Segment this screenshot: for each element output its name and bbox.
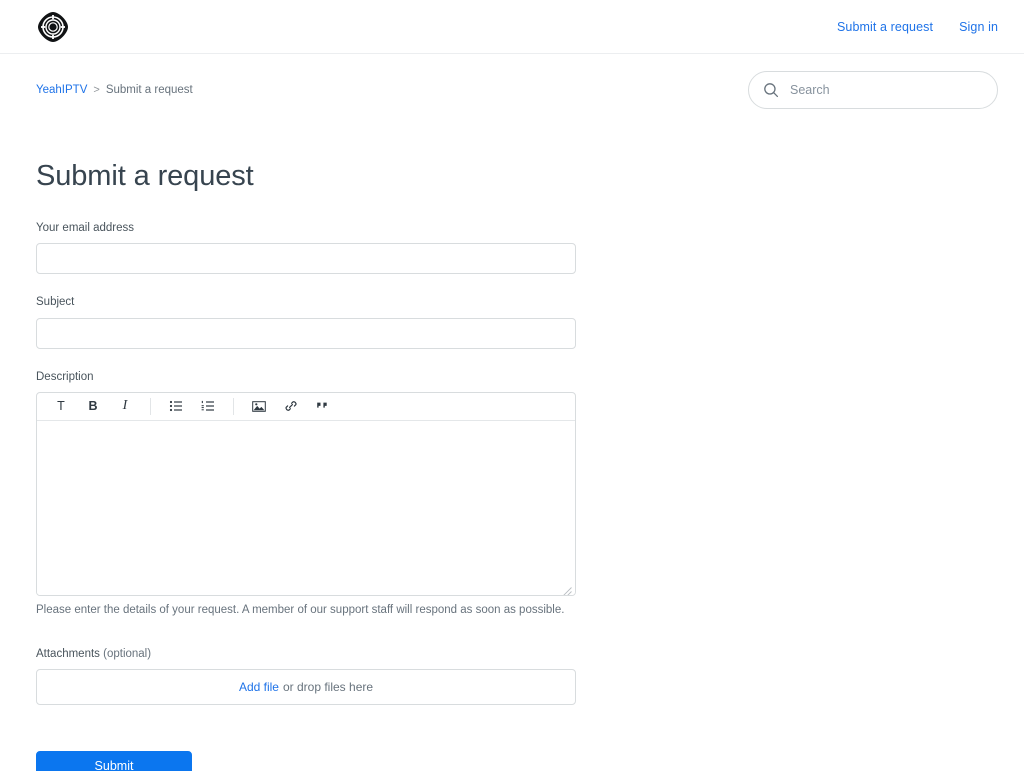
image-icon: [252, 400, 266, 413]
breadcrumb: YeahIPTV > Submit a request: [36, 84, 193, 96]
submit-a-request-link[interactable]: Submit a request: [837, 20, 933, 34]
submit-button[interactable]: Submit: [36, 751, 192, 771]
text-style-button[interactable]: T: [48, 394, 74, 418]
insert-image-button[interactable]: [246, 394, 272, 418]
description-textarea[interactable]: [37, 420, 575, 595]
submit-request-form: Your email address Subject Description T…: [36, 220, 576, 771]
breadcrumb-current: Submit a request: [105, 84, 193, 96]
toolbar-divider: [233, 397, 234, 415]
description-field-group: Description T B I Please enter the detai…: [36, 369, 576, 619]
subject-field-group: Subject: [36, 294, 576, 349]
search-input[interactable]: [788, 72, 983, 108]
bold-button[interactable]: B: [80, 394, 106, 418]
toolbar-divider: [150, 397, 151, 415]
header-nav: Submit a request Sign in: [837, 20, 998, 34]
sign-in-link[interactable]: Sign in: [959, 20, 998, 34]
blockquote-button[interactable]: [310, 394, 336, 418]
search-box[interactable]: [748, 71, 998, 109]
email-field-label: Your email address: [36, 222, 135, 235]
subbar: YeahIPTV > Submit a request: [0, 54, 1024, 126]
insert-link-button[interactable]: [278, 394, 304, 418]
breadcrumb-root-link[interactable]: YeahIPTV: [36, 84, 87, 96]
attachments-label: Attachments (optional): [36, 646, 576, 662]
description-help-text: Please enter the details of your request…: [36, 603, 565, 616]
email-input[interactable]: [36, 243, 576, 275]
attachments-dropzone[interactable]: Add file or drop files here: [36, 669, 576, 706]
subject-field-label: Subject: [36, 296, 75, 309]
numbered-list-icon: [201, 399, 215, 413]
email-field-group: Your email address: [36, 220, 576, 275]
main-content: Submit a request Your email address Subj…: [0, 160, 1024, 771]
attachments-label-optional: (optional): [103, 648, 152, 661]
bulleted-list-icon: [169, 399, 183, 413]
attachments-label-main: Attachments: [36, 648, 100, 661]
link-icon: [284, 399, 298, 413]
editor-toolbar: T B I: [37, 393, 575, 421]
breadcrumb-separator-icon: >: [93, 84, 100, 96]
bulleted-list-button[interactable]: [163, 394, 189, 418]
subject-input[interactable]: [36, 317, 576, 349]
yeahiptv-logo-icon: [37, 11, 69, 43]
site-logo-link[interactable]: [36, 10, 70, 44]
search-icon: [763, 82, 779, 98]
italic-button[interactable]: I: [112, 394, 138, 418]
page-title: Submit a request: [36, 160, 254, 192]
description-field-label: Description: [36, 370, 94, 383]
add-file-link[interactable]: Add file: [239, 680, 279, 694]
quote-icon: [316, 400, 330, 412]
submit-row: Submit: [36, 751, 576, 771]
resize-handle-icon[interactable]: [563, 583, 572, 595]
attachments-field-group: Attachments (optional) Add file or drop …: [36, 646, 576, 706]
site-header: Submit a request Sign in: [0, 0, 1024, 54]
numbered-list-button[interactable]: [195, 394, 221, 418]
rich-text-editor: T B I: [36, 391, 576, 596]
drop-files-hint: or drop files here: [282, 680, 374, 695]
